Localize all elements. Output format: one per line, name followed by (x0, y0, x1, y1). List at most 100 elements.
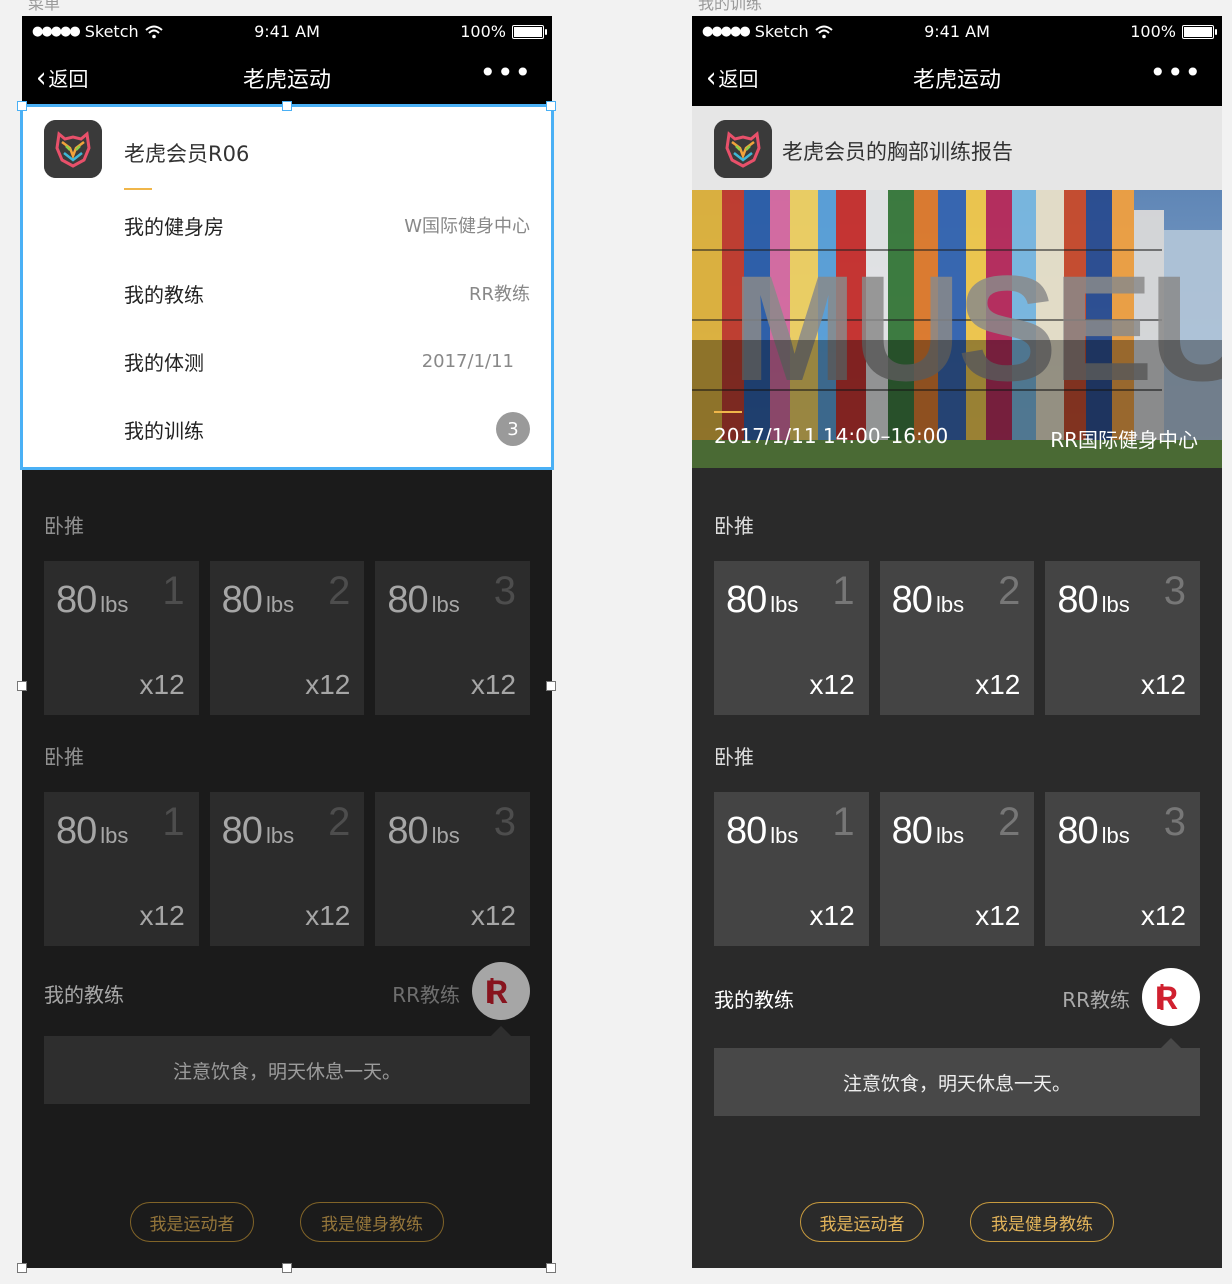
report-venue: RR国际健身中心 (1050, 428, 1198, 452)
set-reps: x12 (305, 900, 351, 931)
set-unit: lbs (935, 592, 965, 617)
set-card[interactable]: 80 lbs 2 x12 (879, 561, 1035, 715)
set-reps: x12 (305, 669, 351, 700)
resize-handle[interactable] (17, 1263, 27, 1273)
coach-avatar[interactable]: R (472, 962, 530, 1020)
report-title: 老虎会员的胸部训练报告 (782, 140, 1013, 164)
set-weight: 80 (1057, 810, 1098, 852)
menu-item-value: W国际健身中心 (404, 216, 530, 237)
set-index: 3 (1163, 800, 1187, 844)
coach-avatar[interactable]: R (1142, 968, 1200, 1026)
set-unit: lbs (770, 592, 799, 617)
menu-item-value: RR教练 (468, 284, 530, 305)
menu-item-value: 2017/1/11 (421, 350, 514, 372)
svg-text:R: R (485, 974, 508, 1010)
resize-handle[interactable] (282, 101, 292, 111)
menu-item-body-test[interactable]: 我的体测 2017/1/11 (124, 346, 530, 376)
report-date: 2017/1/11 14:00–16:00 (714, 424, 949, 448)
more-button[interactable]: ••• (479, 56, 532, 89)
resize-handle[interactable] (17, 101, 27, 111)
set-weight: 80 (726, 810, 767, 852)
set-index: 3 (493, 569, 517, 613)
set-weight: 80 (221, 579, 263, 621)
set-reps: x12 (809, 900, 855, 931)
exercise-title: 卧推 (44, 514, 84, 538)
set-card[interactable]: 80 lbs 2 x12 (209, 792, 365, 946)
resize-handle[interactable] (546, 101, 556, 111)
coach-note: 注意饮食，明天休息一天。 (44, 1036, 530, 1104)
nav-title: 老虎运动 (912, 68, 1001, 93)
set-card[interactable]: 80 lbs 1 x12 (714, 561, 869, 715)
coach-role-button[interactable]: 我是健身教练 (300, 1202, 444, 1242)
set-card[interactable]: 80 lbs 3 x12 (375, 561, 531, 715)
set-weight: 80 (726, 579, 767, 621)
accent-divider (124, 188, 152, 190)
exercise-title: 卧推 (714, 745, 754, 769)
set-index: 2 (328, 800, 351, 844)
battery-percent: 100% (1130, 22, 1176, 41)
set-card[interactable]: 80 lbs 3 x12 (375, 792, 531, 946)
exercise-sets: 80 lbs 1 x12 80 lbs 2 x12 80 lbs 3 x12 (714, 792, 1201, 946)
battery-icon (1182, 24, 1217, 39)
set-unit: lbs (265, 823, 295, 848)
menu-item-label: 我的教练 (124, 282, 204, 307)
battery-percent: 100% (460, 22, 506, 41)
coach-name: RR教练 (392, 983, 460, 1007)
athlete-role-button[interactable]: 我是运动者 (130, 1202, 254, 1242)
set-reps: x12 (139, 669, 185, 700)
more-button[interactable]: ••• (1149, 56, 1202, 89)
set-reps: x12 (975, 669, 1021, 700)
set-reps: x12 (1140, 669, 1187, 700)
coach-logo-icon: R (1155, 980, 1178, 1016)
set-unit: lbs (265, 592, 295, 617)
exercise-sets: 80 lbs 1 x12 80 lbs 2 x12 80 lbs 3 x12 (44, 792, 531, 946)
set-index: 1 (162, 800, 185, 844)
set-card[interactable]: 80 lbs 1 x12 (44, 561, 199, 715)
resize-handle[interactable] (546, 1263, 556, 1273)
set-reps: x12 (470, 900, 517, 931)
set-weight: 80 (1057, 579, 1098, 621)
battery-icon (512, 24, 547, 39)
artboard-label-menu: 菜单 (28, 0, 61, 13)
set-index: 2 (328, 569, 351, 613)
status-bar: ●●●●● Sketch 9:41 AM 100% (692, 16, 1222, 48)
set-card[interactable]: 80 lbs 1 x12 (44, 792, 199, 946)
svg-text:R: R (1155, 980, 1178, 1016)
artboard-label-training: 我的训练 (698, 0, 763, 13)
set-card[interactable]: 80 lbs 1 x12 (714, 792, 869, 946)
menu-card: 老虎会员R06 我的健身房 W国际健身中心 我的教练 RR教练 我的体测 2017/1… (22, 106, 552, 470)
set-index: 2 (998, 569, 1021, 613)
coach-logo-icon: R (485, 974, 508, 1010)
set-unit: lbs (1101, 823, 1130, 848)
set-index: 1 (832, 800, 855, 844)
set-weight: 80 (56, 810, 97, 852)
menu-item-gym[interactable]: 我的健身房 W国际健身中心 (124, 210, 530, 240)
resize-handle[interactable] (17, 681, 27, 691)
phone-training-artboard: ●●●●● Sketch 9:41 AM 100% ‹ 返回 老虎运动 ••• 老虎… (692, 16, 1222, 1268)
set-card[interactable]: 80 lbs 3 x12 (1045, 792, 1201, 946)
menu-item-label: 我的体测 (124, 350, 204, 375)
set-card[interactable]: 80 lbs 3 x12 (1045, 561, 1201, 715)
resize-handle[interactable] (282, 1263, 292, 1273)
set-unit: lbs (935, 823, 965, 848)
set-card[interactable]: 80 lbs 2 x12 (879, 792, 1035, 946)
coach-role-button[interactable]: 我是健身教练 (970, 1202, 1114, 1242)
menu-item-training[interactable]: 我的训练 3 (124, 412, 530, 446)
menu-item-label: 我的健身房 (124, 214, 224, 239)
set-unit: lbs (100, 592, 129, 617)
nav-bar: ‹ 返回 老虎运动 ••• (692, 48, 1222, 106)
resize-handle[interactable] (546, 681, 556, 691)
training-count-badge: 3 (496, 412, 530, 446)
set-unit: lbs (431, 823, 460, 848)
set-index: 3 (493, 800, 517, 844)
menu-item-coach[interactable]: 我的教练 RR教练 (124, 278, 530, 308)
exercise-title: 卧推 (714, 514, 754, 538)
set-unit: lbs (100, 823, 129, 848)
status-bar: ●●●●● Sketch 9:41 AM 100% (22, 16, 552, 48)
phone-menu-artboard: ●●●●● Sketch 9:41 AM 100% ‹ 返回 老虎运动 ••• 老虎… (22, 16, 552, 1268)
set-reps: x12 (1140, 900, 1187, 931)
set-weight: 80 (221, 810, 263, 852)
set-card[interactable]: 80 lbs 2 x12 (209, 561, 365, 715)
set-index: 2 (998, 800, 1021, 844)
athlete-role-button[interactable]: 我是运动者 (800, 1202, 924, 1242)
